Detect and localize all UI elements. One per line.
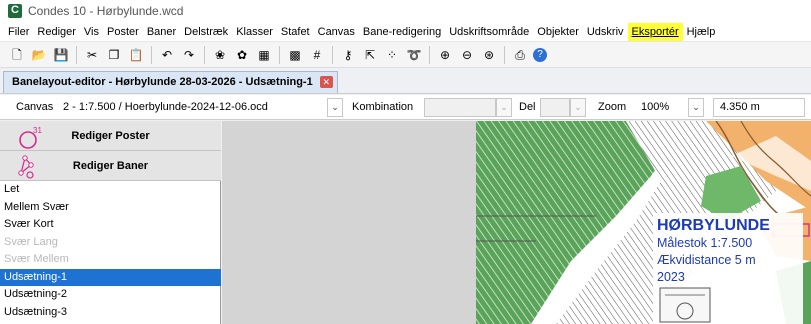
- table-icon[interactable]: ▦: [255, 46, 273, 64]
- del-label: Del: [519, 101, 536, 113]
- toolbar-separator: [76, 45, 77, 64]
- copy-icon[interactable]: ❐: [105, 46, 123, 64]
- course-list-item[interactable]: Let: [0, 181, 221, 199]
- menu-item-hjælp[interactable]: Hjælp: [683, 23, 720, 41]
- scatter-icon[interactable]: ⁘: [383, 46, 401, 64]
- menu-item-klasser[interactable]: Klasser: [232, 23, 277, 41]
- course-list-item[interactable]: Mellem Svær: [0, 199, 221, 217]
- map-legend-graphic: [659, 287, 711, 323]
- toolbar-separator: [429, 45, 430, 64]
- help-icon[interactable]: ?: [533, 47, 547, 62]
- menu-item-filer[interactable]: Filer: [4, 23, 33, 41]
- course-list-item[interactable]: Svær Mellem: [0, 251, 221, 269]
- map-title: HØRBYLUNDE: [657, 217, 770, 234]
- course-list-item[interactable]: Udsætning-2: [0, 286, 221, 304]
- menu-item-delstræk[interactable]: Delstræk: [180, 23, 232, 41]
- menu-item-baner[interactable]: Baner: [143, 23, 180, 41]
- menu-bar: Filer Rediger Vis Poster Baner Delstræk Klasse…: [0, 22, 811, 42]
- map-canvas[interactable]: HØRBYLUNDE Målestok 1:7.500 Ækvidistance…: [222, 121, 811, 324]
- canvas-select[interactable]: 2 - 1:7.500 / Hoerbylunde-2024-12-06.ocd: [63, 95, 268, 120]
- toolbar-separator: [504, 45, 505, 64]
- edit-courses-label: Rediger Baner: [72, 160, 149, 172]
- grid-icon[interactable]: ▩: [286, 46, 304, 64]
- course-list-item[interactable]: Udsætning-3: [0, 304, 221, 322]
- menu-item-stafet[interactable]: Stafet: [277, 23, 314, 41]
- kombination-label: Kombination: [352, 101, 414, 113]
- zoom-dropdown-icon[interactable]: ⌄: [688, 98, 704, 117]
- zoom-select[interactable]: 100%: [641, 95, 669, 120]
- toolbar-separator: [204, 45, 205, 64]
- undo-icon[interactable]: ↶: [158, 46, 176, 64]
- edit-controls-button[interactable]: 31 Rediger Poster: [0, 121, 221, 151]
- del-dropdown-icon[interactable]: ⌄: [570, 98, 586, 117]
- close-tab-icon[interactable]: ✕: [319, 76, 333, 88]
- map-contour: Ækvidistance 5 m: [657, 253, 756, 267]
- course-list: Let Mellem Svær Svær Kort Svær Lang Svær Mel…: [0, 181, 221, 321]
- menu-item-canvas[interactable]: Canvas: [314, 23, 359, 41]
- redo-icon[interactable]: ↷: [180, 46, 198, 64]
- pointer-tool-icon[interactable]: ⇱: [361, 46, 379, 64]
- print-icon[interactable]: ⎙: [511, 46, 529, 64]
- del-select[interactable]: [540, 98, 570, 117]
- document-tab[interactable]: Banelayout-editor - Hørbylunde 28-03-202…: [3, 71, 338, 93]
- toolbar-separator: [151, 45, 152, 64]
- lasso-icon[interactable]: ➰: [405, 46, 423, 64]
- document-tab-strip: Banelayout-editor - Hørbylunde 28-03-202…: [0, 68, 811, 94]
- kombination-dropdown-icon[interactable]: ⌄: [496, 98, 512, 117]
- grid-lines-icon[interactable]: #: [308, 46, 326, 64]
- menu-item-objekter[interactable]: Objekter: [533, 23, 583, 41]
- save-icon[interactable]: 💾: [52, 46, 70, 64]
- toolbar: 🗋 📂 💾 ✂ ❐ 📋 ↶ ↷ ❀ ✿ ▦ ▩ # ⚷ ⇱ ⁘ ➰ ⊕ ⊖ ⊛ ⎙?: [0, 42, 811, 68]
- menu-item-udskriv[interactable]: Udskriv: [583, 23, 628, 41]
- zoom-label: Zoom: [598, 101, 627, 113]
- menu-item-poster[interactable]: Poster: [103, 23, 143, 41]
- menu-item-eksport-r[interactable]: Eksportér: [627, 22, 683, 41]
- document-tab-label: Banelayout-editor - Hørbylunde 28-03-202…: [12, 76, 313, 88]
- course-list-item[interactable]: Svær Kort: [0, 216, 221, 234]
- map-year: 2023: [657, 270, 685, 284]
- distance-value: 4.350 m: [720, 101, 760, 113]
- course-panel: 31 Rediger Poster Rediger Baner Let Melle…: [0, 121, 221, 324]
- window-title: Condes 10 - Hørbylunde.wcd: [28, 4, 184, 18]
- menu-item-vis[interactable]: Vis: [80, 23, 103, 41]
- options-bar: Canvas 2 - 1:7.500 / Hoerbylunde-2024-12…: [0, 95, 811, 120]
- cut-icon[interactable]: ✂: [83, 46, 101, 64]
- menu-item-rediger[interactable]: Rediger: [33, 23, 80, 41]
- add-control-icon[interactable]: ❀: [211, 46, 229, 64]
- course-list-item[interactable]: Udsætning-1: [0, 268, 221, 286]
- add-course-icon[interactable]: ✿: [233, 46, 251, 64]
- toolbar-separator: [332, 45, 333, 64]
- zoom-in-icon[interactable]: ⊕: [436, 46, 454, 64]
- app-logo-icon: [8, 4, 22, 18]
- map-title-box: HØRBYLUNDE Målestok 1:7.500 Ækvidistance…: [653, 213, 803, 324]
- canvas-label: Canvas: [16, 101, 54, 113]
- key-icon[interactable]: ⚷: [339, 46, 357, 64]
- map-view[interactable]: HØRBYLUNDE Målestok 1:7.500 Ækvidistance…: [476, 121, 811, 324]
- edit-courses-button[interactable]: Rediger Baner: [0, 151, 221, 181]
- canvas-dropdown-icon[interactable]: ⌄: [327, 98, 343, 117]
- new-file-icon[interactable]: 🗋: [8, 46, 26, 64]
- open-folder-icon[interactable]: 📂: [30, 46, 48, 64]
- menu-item-udskriftsområde[interactable]: Udskriftsområde: [445, 23, 533, 41]
- title-bar: Condes 10 - Hørbylunde.wcd: [0, 0, 811, 22]
- zoom-out-icon[interactable]: ⊖: [458, 46, 476, 64]
- course-list-item[interactable]: Svær Lang: [0, 234, 221, 252]
- kombination-select[interactable]: [424, 98, 496, 117]
- edit-controls-label: Rediger Poster: [71, 130, 150, 142]
- paste-icon[interactable]: 📋: [127, 46, 145, 64]
- menu-item-bane-redigering[interactable]: Bane-redigering: [359, 23, 445, 41]
- zoom-fit-icon[interactable]: ⊛: [480, 46, 498, 64]
- toolbar-separator: [279, 45, 280, 64]
- map-scale: Målestok 1:7.500: [657, 236, 753, 250]
